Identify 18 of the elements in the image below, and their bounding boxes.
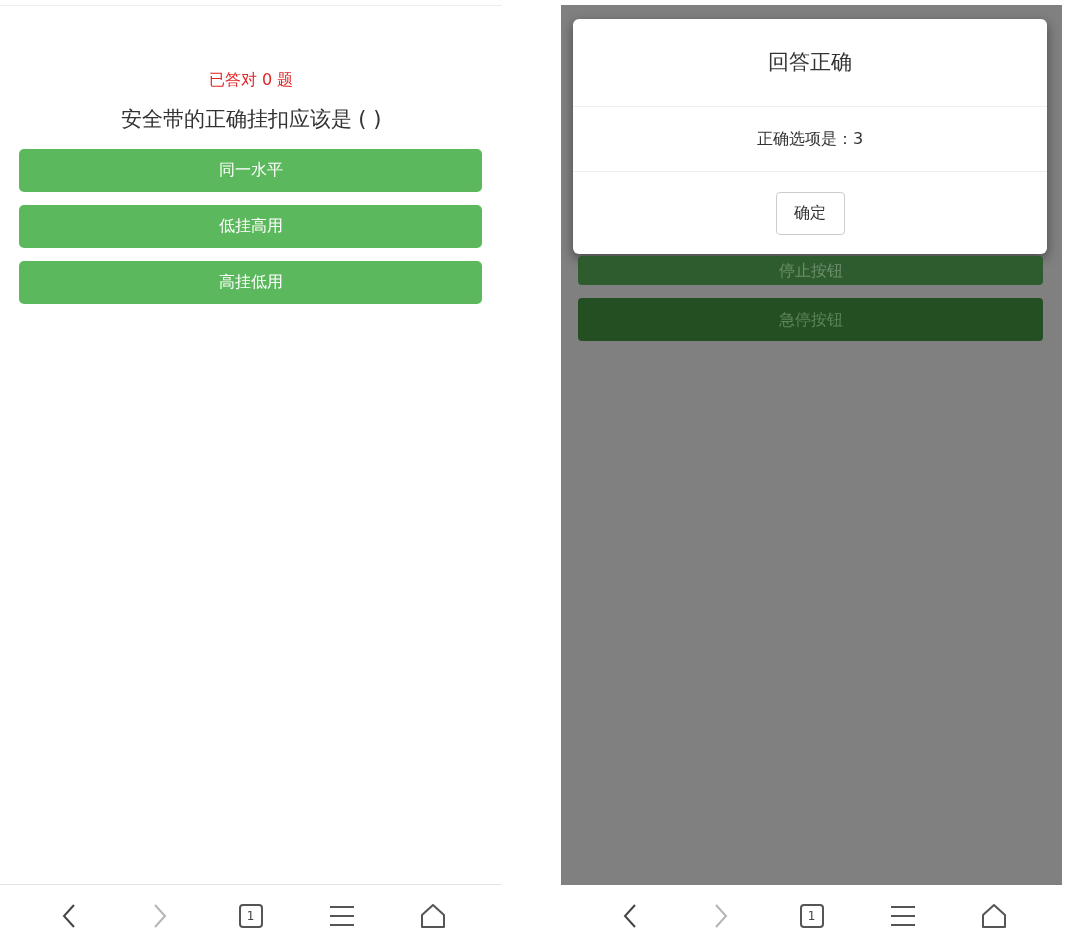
dimmed-button[interactable]: 停止按钮 xyxy=(578,256,1043,285)
question-text: 安全带的正确挂扣应该是 ( ) xyxy=(120,106,382,133)
confirm-button[interactable]: 确定 xyxy=(775,191,845,235)
tabs-button[interactable]: 1 xyxy=(238,904,263,928)
home-icon[interactable] xyxy=(980,903,1007,929)
back-icon[interactable] xyxy=(622,903,637,929)
answer-option[interactable]: 低挂高用 xyxy=(19,204,482,248)
tabs-button[interactable]: 1 xyxy=(799,904,824,928)
answer-option[interactable]: 高挂低用 xyxy=(19,260,482,304)
back-icon[interactable] xyxy=(61,903,76,929)
home-icon[interactable] xyxy=(419,903,446,929)
menu-icon[interactable] xyxy=(889,905,916,927)
score-text: 已答对 0 题 xyxy=(208,69,294,91)
answer-option[interactable]: 同一水平 xyxy=(19,148,482,192)
dialog-title: 回答正确 xyxy=(768,48,852,76)
dimmed-button[interactable]: 急停按钮 xyxy=(578,298,1043,341)
dialog-message: 正确选项是：3 xyxy=(756,128,864,150)
menu-icon[interactable] xyxy=(328,905,355,927)
